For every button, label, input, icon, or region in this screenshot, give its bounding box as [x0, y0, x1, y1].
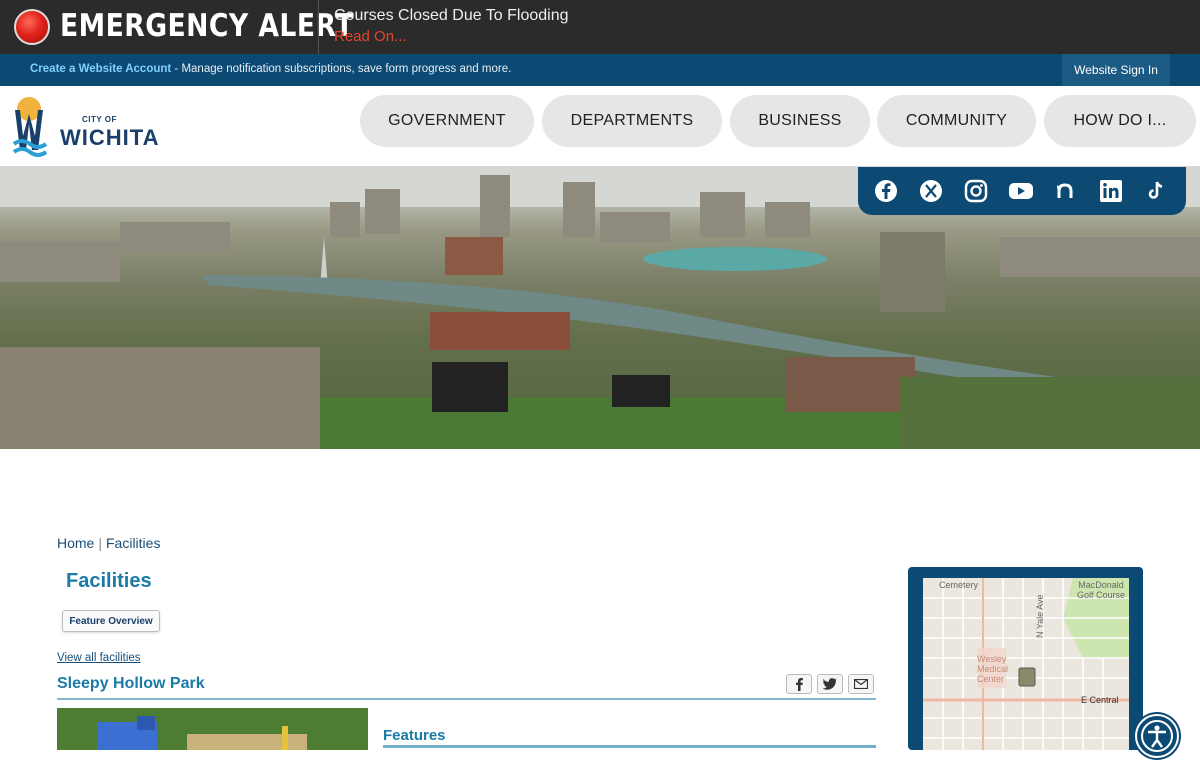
nav-departments[interactable]: DEPARTMENTS: [542, 95, 722, 147]
nextdoor-icon[interactable]: [1053, 178, 1079, 204]
youtube-icon[interactable]: [1008, 178, 1034, 204]
social-media-bar: [858, 167, 1186, 215]
account-description: - Manage notification subscriptions, sav…: [171, 63, 512, 75]
accessibility-icon: [1141, 720, 1173, 752]
alert-title: EMERGENCY ALERT: [60, 8, 354, 44]
emergency-alert-bar: EMERGENCY ALERT Courses Closed Due To Fl…: [0, 0, 1200, 54]
breadcrumb-facilities-link[interactable]: Facilities: [106, 535, 160, 551]
city-logo[interactable]: CITY OF WICHITA: [12, 92, 162, 162]
share-facebook-icon[interactable]: [786, 674, 812, 694]
features-heading: Features: [383, 727, 446, 744]
share-email-icon[interactable]: [848, 674, 874, 694]
alert-indicator-icon: [14, 9, 50, 45]
account-bar: Create a Website Account - Manage notifi…: [0, 54, 1200, 86]
x-icon[interactable]: [918, 178, 944, 204]
playground-photo-illustration: [57, 708, 368, 750]
logo-wichita: WICHITA: [60, 125, 160, 150]
map-label-yale-ave: N Yale Ave: [1035, 594, 1045, 638]
facility-name: Sleepy Hollow Park: [57, 675, 205, 692]
facility-photo[interactable]: [57, 708, 368, 750]
account-text: Create a Website Account - Manage notifi…: [30, 63, 511, 75]
create-account-link[interactable]: Create a Website Account: [30, 63, 171, 75]
nav-community[interactable]: COMMUNITY: [877, 95, 1036, 147]
feature-overview-button[interactable]: Feature Overview: [62, 610, 160, 632]
facebook-icon[interactable]: [873, 178, 899, 204]
facility-map[interactable]: Cemetery MacDonald Golf Course N Yale Av…: [923, 578, 1129, 750]
nav-government[interactable]: GOVERNMENT: [360, 95, 534, 147]
map-label-golf-course: MacDonald Golf Course: [1076, 580, 1126, 600]
share-twitter-icon[interactable]: [817, 674, 843, 694]
street-map-illustration: [923, 578, 1129, 750]
alert-divider: [318, 0, 319, 54]
map-label-cemetery: Cemetery: [939, 580, 979, 590]
breadcrumb-home-link[interactable]: Home: [57, 535, 94, 551]
facility-title-divider: [57, 698, 876, 700]
map-label-e-central: E Central: [1081, 695, 1119, 705]
view-all-facilities-link[interactable]: View all facilities: [57, 652, 141, 664]
features-divider: [383, 745, 876, 748]
alert-read-on-link[interactable]: Read On...: [334, 28, 407, 45]
linkedin-icon[interactable]: [1098, 178, 1124, 204]
nav-how-do-i[interactable]: HOW DO I...: [1044, 95, 1196, 147]
accessibility-button[interactable]: [1135, 714, 1179, 758]
website-sign-in-button[interactable]: Website Sign In: [1062, 54, 1170, 86]
site-header: CITY OF WICHITA GOVERNMENT DEPARTMENTS B…: [0, 86, 1200, 167]
page-title: Facilities: [66, 570, 152, 592]
logo-city-of: CITY OF: [82, 115, 117, 124]
nav-business[interactable]: BUSINESS: [730, 95, 870, 147]
alert-message[interactable]: Courses Closed Due To Flooding: [334, 7, 569, 25]
map-label-wesley-medical: Wesley Medical Center: [977, 654, 1009, 684]
breadcrumb-separator: |: [98, 535, 102, 551]
breadcrumb: Home | Facilities: [57, 535, 160, 551]
tiktok-icon[interactable]: [1143, 178, 1169, 204]
instagram-icon[interactable]: [963, 178, 989, 204]
